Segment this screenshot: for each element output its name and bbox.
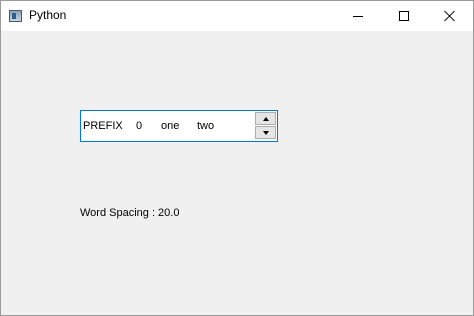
spinbox-text[interactable]: PREFIX 0 one two (83, 120, 214, 132)
close-button[interactable] (427, 1, 473, 31)
arrow-down-icon (262, 130, 269, 135)
spinbox-value: 0 (136, 120, 143, 132)
python-window-icon[interactable] (9, 10, 22, 22)
word-spacing-spinbox[interactable]: PREFIX 0 one two (80, 110, 278, 142)
title-bar[interactable]: Python (1, 1, 473, 31)
arrow-up-icon (262, 116, 269, 121)
close-icon (444, 10, 456, 22)
maximize-button[interactable] (381, 1, 427, 31)
spinbox-arrows (255, 112, 276, 140)
spin-up-button[interactable] (255, 112, 276, 125)
app-window: Python PREFIX 0 one two Word Spacing : 20.0 (0, 0, 474, 316)
window-title: Python (29, 8, 67, 22)
spinbox-prefix: PREFIX (83, 120, 123, 132)
spinbox-word-two: two (197, 120, 215, 132)
minimize-button[interactable] (335, 1, 381, 31)
maximize-icon (399, 11, 409, 21)
spinbox-word-one: one (161, 120, 180, 132)
word-spacing-label: Word Spacing : 20.0 (80, 207, 180, 219)
minimize-icon (353, 15, 363, 17)
spin-down-button[interactable] (255, 126, 276, 139)
